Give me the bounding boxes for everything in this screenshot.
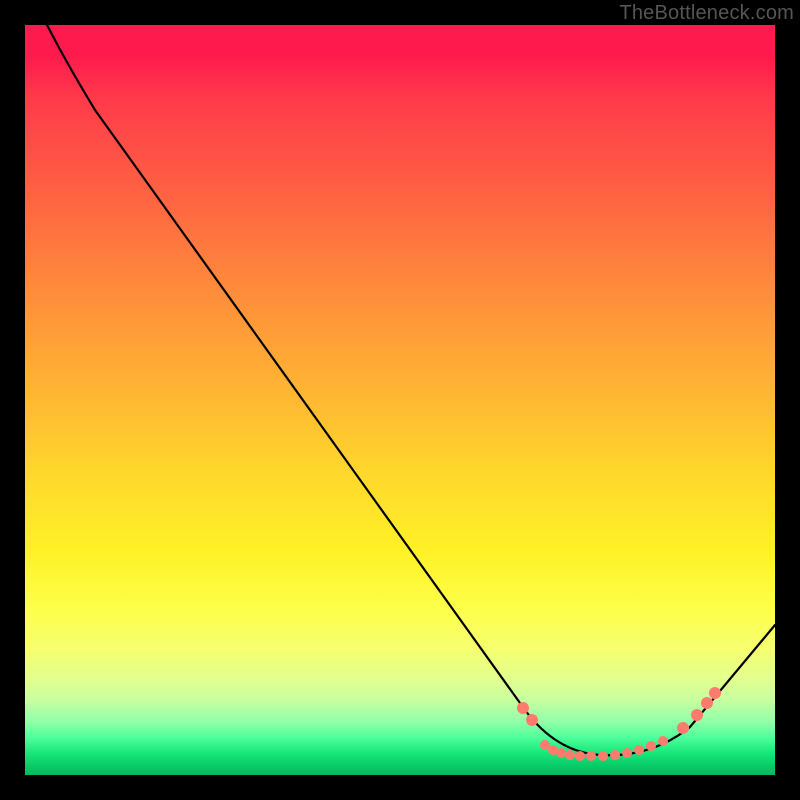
plot-area xyxy=(25,25,775,775)
marker-dots xyxy=(517,687,721,761)
chart-frame: TheBottleneck.com xyxy=(0,0,800,800)
curve-path xyxy=(47,25,775,755)
watermark-text: TheBottleneck.com xyxy=(619,2,794,25)
bottleneck-curve xyxy=(25,25,775,775)
